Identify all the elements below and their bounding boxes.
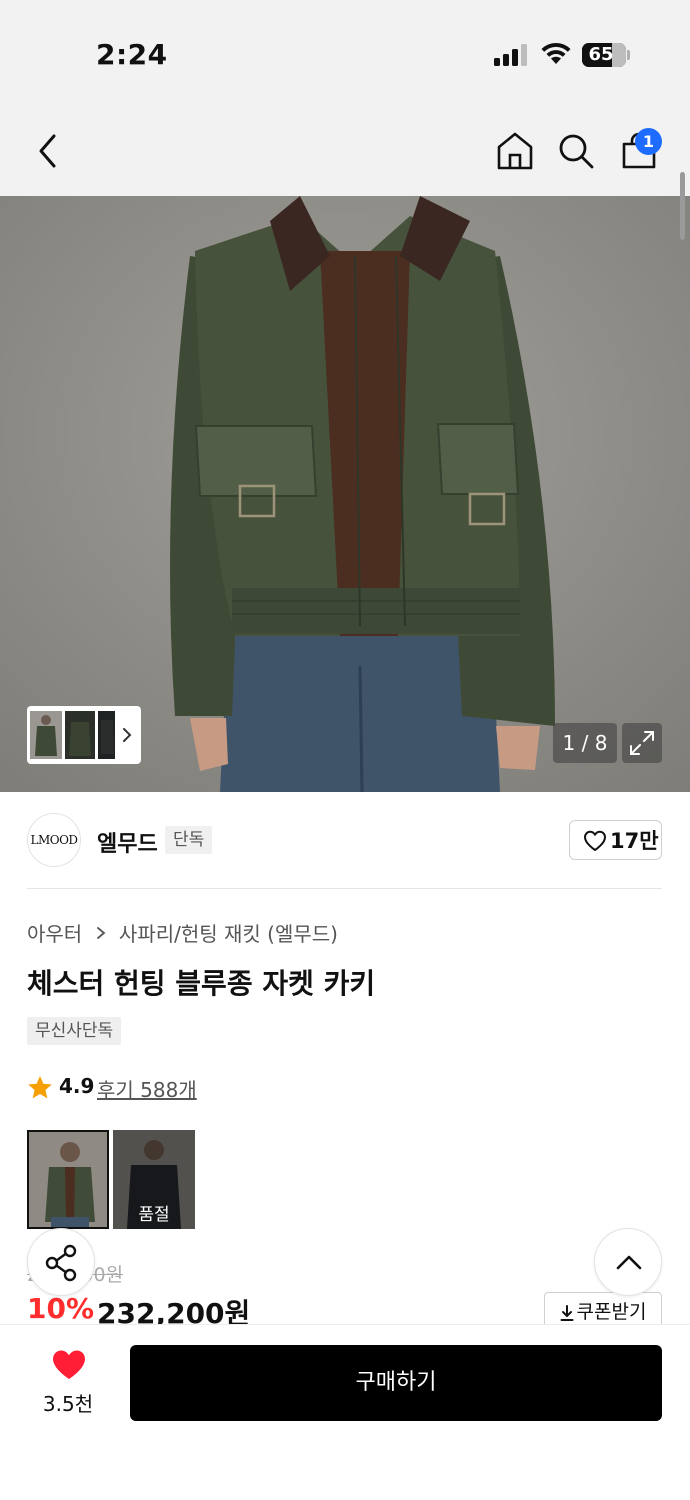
status-time: 2:24 (96, 38, 168, 71)
chevron-right-icon (123, 728, 132, 742)
breadcrumb-separator-icon (96, 926, 105, 939)
wish-count: 3.5천 (42, 1392, 94, 1416)
chevron-up-icon (616, 1255, 642, 1270)
product-title: 체스터 헌팅 블루종 자켓 카키 (27, 967, 376, 1000)
breadcrumb-category[interactable]: 아우터 (27, 918, 82, 947)
review-count-link[interactable]: 후기 588개 (97, 1074, 197, 1103)
search-icon[interactable] (557, 132, 595, 170)
expand-button[interactable] (622, 723, 662, 763)
color-option-soldout[interactable]: 품절 (113, 1130, 195, 1229)
soldout-label: 품절 (138, 1205, 170, 1225)
divider (27, 888, 662, 889)
battery-level: 65 (588, 44, 614, 65)
gallery-thumbnail-strip[interactable] (27, 706, 141, 764)
brand-exclusive-tag: 단독 (165, 826, 213, 854)
back-icon[interactable] (34, 132, 64, 170)
buy-button[interactable]: 구매하기 (130, 1345, 662, 1421)
brand-like-count: 17만 (610, 829, 659, 853)
brand-like-button[interactable]: 17만 (569, 820, 662, 860)
download-icon (560, 1304, 574, 1321)
breadcrumb-subcategory[interactable]: 사파리/헌팅 재킷 (엘무드) (119, 918, 338, 947)
coupon-label: 쿠폰받기 (576, 1301, 647, 1323)
brand-name[interactable]: 엘무드 (97, 826, 158, 858)
share-icon (45, 1244, 77, 1282)
battery-tip (627, 50, 630, 60)
status-bar: 2:24 65 (0, 0, 690, 100)
cart-count-badge: 1 (635, 128, 662, 155)
star-icon (28, 1076, 52, 1099)
scroll-indicator (680, 172, 685, 240)
musinsa-exclusive-badge: 무신사단독 (27, 1017, 122, 1045)
product-main-image[interactable] (0, 196, 690, 792)
breadcrumb: 아우터 사파리/헌팅 재킷 (엘무드) (27, 918, 338, 947)
heart-outline-icon (584, 830, 606, 851)
scroll-to-top-button[interactable] (594, 1228, 662, 1296)
image-counter: 1 / 8 (553, 723, 617, 763)
brand-logo[interactable]: LMOOD (27, 813, 81, 867)
wifi-icon (541, 42, 571, 64)
heart-filled-icon[interactable] (51, 1349, 87, 1381)
share-button[interactable] (27, 1228, 95, 1296)
expand-icon (630, 731, 654, 755)
home-icon[interactable] (495, 131, 535, 171)
rating-score: 4.9 (59, 1074, 95, 1098)
signal-icon (494, 42, 528, 66)
battery-icon: 65 (582, 43, 626, 67)
color-option-khaki[interactable] (27, 1130, 109, 1229)
